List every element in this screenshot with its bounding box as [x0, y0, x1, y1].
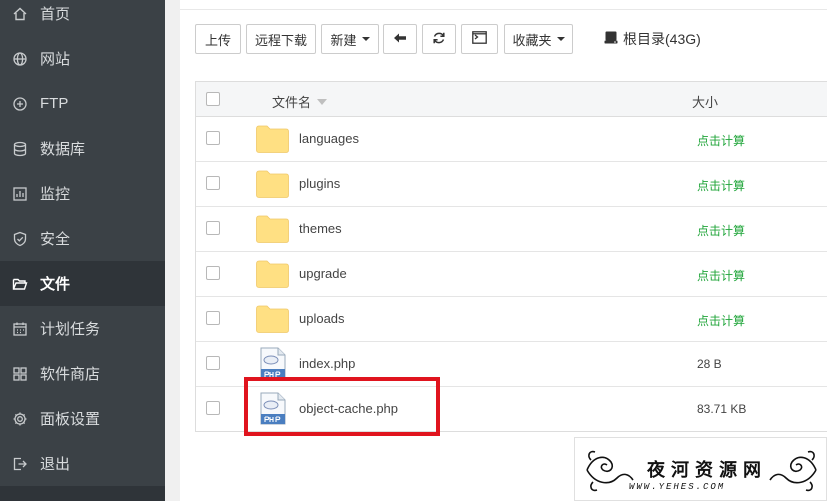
row-checkbox[interactable]	[206, 266, 220, 280]
folder-icon	[256, 125, 289, 153]
globe-icon	[12, 51, 28, 67]
sidebar-item-label: 监控	[40, 186, 71, 203]
column-header-name-label: 文件名	[272, 95, 312, 110]
upload-button[interactable]: 上传	[195, 24, 241, 54]
file-name[interactable]: upgrade	[299, 266, 347, 281]
file-name[interactable]: themes	[299, 221, 342, 236]
arrow-left-icon	[393, 32, 407, 47]
favorites-button-label: 收藏夹	[512, 32, 552, 48]
sidebar-item-label: 首页	[40, 6, 71, 23]
sidebar-item-settings[interactable]: 面板设置	[0, 396, 165, 441]
sidebar-item-label: 面板设置	[40, 411, 101, 428]
calendar-icon	[12, 321, 28, 337]
sidebar-item-label: 网站	[40, 51, 71, 68]
caret-down-icon	[556, 37, 565, 41]
remote-download-label: 远程下载	[254, 32, 307, 48]
divider	[180, 9, 827, 10]
hard-drive-icon	[604, 31, 623, 47]
favorites-dropdown-button[interactable]: 收藏夹	[504, 24, 573, 54]
sidebar-item-ftp[interactable]: FTP	[0, 81, 165, 126]
sidebar: 首页 网站 FTP 数据库 监控 安全 文件 计划任务 软件商店 面板设置 退出	[0, 0, 165, 501]
calculate-size-link[interactable]: 点击计算	[697, 312, 745, 329]
column-header-name[interactable]: 文件名	[272, 92, 328, 111]
sidebar-item-security[interactable]: 安全	[0, 216, 165, 261]
new-dropdown-button[interactable]: 新建	[321, 24, 379, 54]
terminal-button[interactable]	[461, 24, 498, 54]
refresh-button[interactable]	[422, 24, 456, 54]
table-row[interactable]: themes 点击计算	[196, 207, 827, 252]
watermark-url: WWW.YEHES.COM	[629, 482, 726, 492]
watermark-title: 夜河资源网	[647, 460, 767, 481]
disk-label: 根目录(43G)	[623, 31, 701, 47]
sidebar-item-label: 数据库	[40, 141, 86, 158]
sidebar-item-home[interactable]: 首页	[0, 0, 165, 36]
row-checkbox[interactable]	[206, 356, 220, 370]
sort-caret-icon	[317, 98, 328, 105]
sidebar-item-files[interactable]: 文件	[0, 261, 165, 306]
sidebar-item-label: 安全	[40, 231, 71, 248]
logout-icon	[12, 456, 28, 472]
database-icon	[12, 141, 28, 157]
sidebar-item-logout[interactable]: 退出	[0, 441, 165, 486]
table-header: 文件名 大小	[196, 82, 827, 117]
ftp-icon	[12, 96, 28, 112]
file-size: 83.71 KB	[697, 402, 747, 416]
sidebar-item-cron[interactable]: 计划任务	[0, 306, 165, 351]
calculate-size-link[interactable]: 点击计算	[697, 222, 745, 239]
upload-button-label: 上传	[204, 32, 231, 48]
terminal-icon	[472, 31, 487, 47]
sidebar-item-label: 软件商店	[40, 366, 101, 383]
sidebar-item-label: 退出	[40, 456, 71, 473]
table-row[interactable]: plugins 点击计算	[196, 162, 827, 207]
home-icon	[12, 6, 28, 22]
sidebar-item-store[interactable]: 软件商店	[0, 351, 165, 396]
monitor-icon	[12, 186, 28, 202]
table-row[interactable]: upgrade 点击计算	[196, 252, 827, 297]
root-directory-disk[interactable]: 根目录(43G)	[604, 24, 701, 54]
folder-open-icon	[12, 276, 28, 292]
caret-down-icon	[361, 37, 370, 41]
folder-icon	[256, 260, 289, 288]
file-size: 28 B	[697, 357, 722, 371]
file-name[interactable]: plugins	[299, 176, 340, 191]
row-checkbox[interactable]	[206, 221, 220, 235]
calculate-size-link[interactable]: 点击计算	[697, 132, 745, 149]
php-file-icon	[260, 347, 286, 380]
new-button-label: 新建	[330, 32, 357, 48]
row-checkbox[interactable]	[206, 311, 220, 325]
table-row[interactable]: languages 点击计算	[196, 117, 827, 162]
shield-icon	[12, 231, 28, 247]
row-checkbox[interactable]	[206, 131, 220, 145]
sidebar-item-monitor[interactable]: 监控	[0, 171, 165, 216]
refresh-icon	[432, 31, 446, 48]
gear-icon	[12, 411, 28, 427]
sidebar-item-database[interactable]: 数据库	[0, 126, 165, 171]
remote-download-button[interactable]: 远程下载	[246, 24, 316, 54]
file-name[interactable]: uploads	[299, 311, 345, 326]
row-checkbox[interactable]	[206, 401, 220, 415]
table-row[interactable]: uploads 点击计算	[196, 297, 827, 342]
row-checkbox[interactable]	[206, 176, 220, 190]
sidebar-footer	[0, 486, 165, 501]
back-button[interactable]	[383, 24, 417, 54]
folder-icon	[256, 305, 289, 333]
file-name[interactable]: index.php	[299, 356, 355, 371]
select-all-checkbox[interactable]	[206, 92, 220, 106]
watermark: 夜河资源网 WWW.YEHES.COM	[574, 437, 827, 501]
grid-icon	[12, 366, 28, 382]
column-header-size[interactable]: 大小	[692, 92, 718, 111]
sidebar-item-label: FTP	[40, 95, 69, 112]
highlight-box	[244, 377, 440, 436]
ornament-icon	[769, 450, 817, 492]
sidebar-item-label: 文件	[40, 276, 71, 293]
sidebar-item-label: 计划任务	[40, 321, 101, 338]
folder-icon	[256, 170, 289, 198]
calculate-size-link[interactable]: 点击计算	[697, 177, 745, 194]
calculate-size-link[interactable]: 点击计算	[697, 267, 745, 284]
file-name[interactable]: languages	[299, 131, 359, 146]
folder-icon	[256, 215, 289, 243]
sidebar-item-website[interactable]: 网站	[0, 36, 165, 81]
